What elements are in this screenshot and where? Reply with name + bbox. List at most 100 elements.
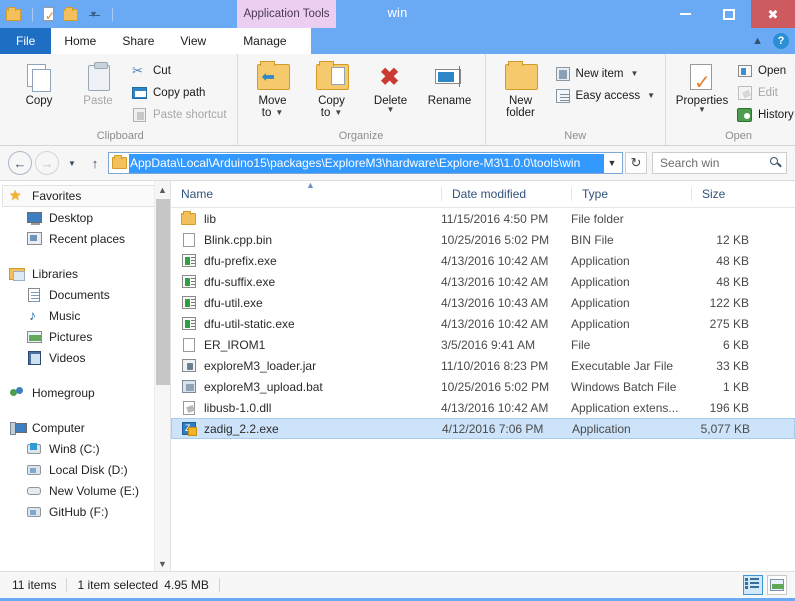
table-row[interactable]: lib 11/15/2016 4:50 PM File folder	[171, 208, 795, 229]
address-bar: ← → ▼ ↑ AppData\Local\Arduino15\packages…	[0, 146, 795, 180]
sidebar-item-win8-c[interactable]: Win8 (C:)	[0, 438, 170, 459]
sidebar-item-pictures[interactable]: Pictures	[0, 326, 170, 347]
refresh-icon: ↻	[630, 155, 642, 170]
file-type-cell: Application	[571, 274, 630, 289]
address-path-text[interactable]: AppData\Local\Arduino15\packages\Explore…	[129, 153, 604, 173]
sidebar-item-libraries[interactable]: Libraries	[0, 263, 170, 284]
selection-info: 1 item selected	[77, 578, 159, 592]
table-row[interactable]: dfu-util-static.exe 4/13/2016 10:42 AM A…	[171, 313, 795, 334]
paste-shortcut-button[interactable]: Paste shortcut	[129, 104, 230, 125]
sidebar-item-documents[interactable]: Documents	[0, 284, 170, 305]
chevron-down-icon[interactable]: ▼	[604, 158, 620, 168]
file-name-cell: ER_IROM1	[171, 337, 441, 353]
minimize-icon	[679, 13, 691, 15]
search-input[interactable]: Search win	[652, 152, 787, 174]
column-header-date-modified[interactable]: Date modified	[441, 187, 571, 201]
column-header-size[interactable]: Size	[691, 187, 755, 201]
file-date-cell: 4/12/2016 7:06 PM	[442, 421, 544, 436]
file-size-cell: 6 KB	[722, 337, 749, 352]
navigation-scrollbar[interactable]: ▲ ▼	[154, 181, 170, 572]
close-button[interactable]: ✖	[751, 0, 795, 28]
history-icon	[737, 107, 753, 123]
copy-button[interactable]: Copy	[11, 59, 67, 107]
open-button[interactable]: Open ▼	[734, 60, 795, 81]
scroll-up-icon[interactable]: ▲	[155, 181, 170, 198]
copy-path-button[interactable]: Copy path	[129, 82, 230, 103]
sidebar-item-local-disk-d[interactable]: Local Disk (D:)	[0, 459, 170, 480]
application-icon	[181, 295, 197, 311]
chevron-up-icon[interactable]: ▲	[752, 35, 763, 47]
tab-home[interactable]: Home	[51, 28, 110, 54]
rename-button[interactable]: Rename	[422, 59, 478, 107]
tab-file[interactable]: File	[0, 28, 52, 54]
dll-icon	[181, 400, 197, 416]
properties-button[interactable]: ✓ Properties ▼	[673, 59, 731, 114]
file-date-cell: 4/13/2016 10:43 AM	[441, 295, 549, 310]
file-name-cell: exploreM3_upload.bat	[171, 379, 441, 395]
sidebar-item-music[interactable]: ♪ Music	[0, 305, 170, 326]
move-to-button[interactable]: ⬅ Move to ▼	[245, 59, 301, 119]
details-view-icon	[745, 577, 760, 590]
file-date-cell: 10/25/2016 5:02 PM	[441, 379, 550, 394]
ribbon-group-organize: ⬅ Move to ▼ Copy to ▼ ✖ Delete ▼ Rename …	[236, 54, 485, 145]
tab-view[interactable]: View	[167, 28, 220, 54]
thumbnail-view-button[interactable]	[767, 575, 787, 595]
file-name-cell: Blink.cpp.bin	[171, 232, 441, 248]
new-folder-button[interactable]: New folder	[493, 59, 549, 119]
recent-locations-button[interactable]: ▼	[62, 151, 82, 175]
easy-access-button[interactable]: Easy access ▼	[552, 85, 658, 106]
star-icon: ★	[9, 187, 22, 203]
table-row[interactable]: exploreM3_upload.bat 10/25/2016 5:02 PM …	[171, 376, 795, 397]
file-list-pane: ▲ Name Date modified Type Size lib 11/15…	[171, 180, 795, 571]
cut-button[interactable]: ✂ Cut	[129, 60, 230, 81]
refresh-button[interactable]: ↻	[625, 152, 647, 174]
sidebar-item-desktop[interactable]: Desktop	[0, 207, 170, 228]
table-row[interactable]: libusb-1.0.dll 4/13/2016 10:42 AM Applic…	[171, 397, 795, 418]
table-row[interactable]: Blink.cpp.bin 10/25/2016 5:02 PM BIN Fil…	[171, 229, 795, 250]
tab-share[interactable]: Share	[109, 28, 168, 54]
history-button[interactable]: History	[734, 104, 795, 125]
forward-button[interactable]: →	[35, 151, 59, 175]
column-header-type[interactable]: Type	[571, 187, 691, 201]
file-type-cell: Application	[571, 295, 630, 310]
scroll-down-icon[interactable]: ▼	[155, 555, 170, 572]
column-header-name[interactable]: ▲ Name	[171, 180, 441, 201]
tab-manage[interactable]: Manage	[219, 28, 311, 54]
paste-button[interactable]: Paste	[70, 59, 126, 107]
folder-icon	[112, 155, 127, 170]
file-size-cell: 122 KB	[709, 295, 749, 310]
paste-icon	[78, 62, 118, 92]
application-icon	[181, 274, 197, 290]
zadig-icon	[181, 421, 197, 437]
sidebar-item-homegroup[interactable]: Homegroup	[0, 382, 170, 403]
minimize-button[interactable]	[663, 0, 707, 28]
table-row[interactable]: dfu-util.exe 4/13/2016 10:43 AM Applicat…	[171, 292, 795, 313]
back-button[interactable]: ←	[8, 151, 32, 175]
file-name-cell: lib	[171, 210, 441, 227]
sidebar-item-github-f[interactable]: GitHub (F:)	[0, 501, 170, 522]
table-row[interactable]: zadig_2.2.exe 4/12/2016 7:06 PM Applicat…	[171, 418, 795, 439]
table-row[interactable]: dfu-suffix.exe 4/13/2016 10:42 AM Applic…	[171, 271, 795, 292]
maximize-button[interactable]	[707, 0, 751, 28]
table-row[interactable]: ER_IROM1 3/5/2016 9:41 AM File 6 KB	[171, 334, 795, 355]
paste-shortcut-icon	[132, 107, 148, 123]
sidebar-item-recent-places[interactable]: Recent places	[0, 228, 170, 249]
sidebar-item-new-volume-e[interactable]: New Volume (E:)	[0, 480, 170, 501]
help-icon[interactable]: ?	[773, 33, 789, 49]
new-item-button[interactable]: New item ▼	[552, 63, 658, 84]
edit-button[interactable]: Edit	[734, 82, 795, 103]
sidebar-item-videos[interactable]: Videos	[0, 347, 170, 368]
address-input[interactable]: AppData\Local\Arduino15\packages\Explore…	[108, 152, 623, 174]
details-view-button[interactable]	[743, 575, 763, 595]
copy-to-button[interactable]: Copy to ▼	[304, 59, 360, 119]
delete-button[interactable]: ✖ Delete ▼	[363, 59, 419, 114]
sidebar-item-computer[interactable]: Computer	[0, 417, 170, 438]
table-row[interactable]: dfu-prefix.exe 4/13/2016 10:42 AM Applic…	[171, 250, 795, 271]
ribbon-group-open: ✓ Properties ▼ Open ▼ Edit	[665, 54, 795, 145]
close-icon: ✖	[767, 6, 779, 22]
sidebar-item-favorites[interactable]: ★ Favorites	[2, 185, 158, 207]
scrollbar-thumb[interactable]	[156, 199, 170, 385]
up-button[interactable]: ↑	[85, 151, 105, 175]
table-row[interactable]: exploreM3_loader.jar 11/10/2016 8:23 PM …	[171, 355, 795, 376]
cut-icon: ✂	[132, 62, 143, 78]
